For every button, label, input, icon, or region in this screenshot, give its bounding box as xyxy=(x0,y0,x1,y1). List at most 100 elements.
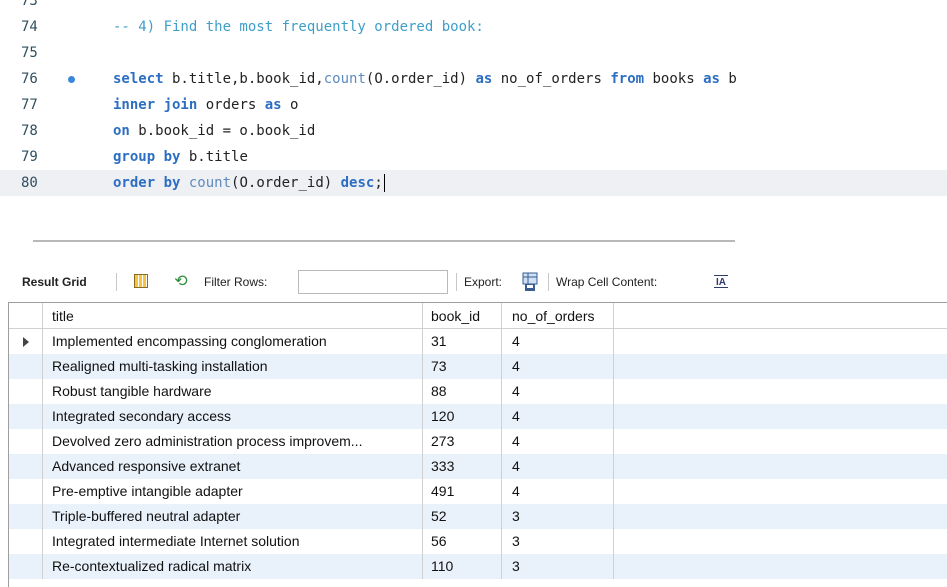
cell-book-id[interactable]: 88 xyxy=(423,379,502,404)
export-icon[interactable] xyxy=(522,272,538,292)
row-selector[interactable] xyxy=(9,479,43,504)
cell-title[interactable]: Re-contextualized radical matrix xyxy=(43,554,423,579)
cell-no-of-orders[interactable]: 3 xyxy=(502,554,614,579)
code-line[interactable]: 78 on b.book_id = o.book_id xyxy=(0,118,947,144)
toolbar-divider xyxy=(116,273,117,291)
code-token: b xyxy=(719,71,737,87)
cell-book-id[interactable]: 273 xyxy=(423,429,502,454)
row-selector[interactable] xyxy=(9,504,43,529)
table-row[interactable]: Advanced responsive extranet 333 4 xyxy=(9,454,947,479)
row-selector[interactable] xyxy=(9,404,43,429)
row-filler xyxy=(614,404,947,429)
row-selector[interactable] xyxy=(9,554,43,579)
code-line[interactable]: 76 select b.title,b.book_id,count(O.order… xyxy=(0,66,947,92)
table-row[interactable]: Robust tangible hardware 88 4 xyxy=(9,379,947,404)
table-row[interactable]: Integrated secondary access 120 4 xyxy=(9,404,947,429)
row-filler xyxy=(614,329,947,354)
result-grid[interactable]: title book_id no_of_orders Implemented enco… xyxy=(8,302,947,587)
code-token: (O.order_id) xyxy=(231,175,341,191)
cell-no-of-orders[interactable]: 4 xyxy=(502,379,614,404)
row-filler xyxy=(614,529,947,554)
code-line[interactable]: 73 xyxy=(0,0,947,14)
cell-title[interactable]: Pre-emptive intangible adapter xyxy=(43,479,423,504)
cell-no-of-orders[interactable]: 4 xyxy=(502,354,614,379)
table-row[interactable]: Triple-buffered neutral adapter 52 3 xyxy=(9,504,947,529)
row-selector[interactable] xyxy=(9,354,43,379)
cell-no-of-orders[interactable]: 4 xyxy=(502,454,614,479)
code-token: order by xyxy=(113,175,181,191)
cell-no-of-orders[interactable]: 4 xyxy=(502,429,614,454)
code-line[interactable]: 77 inner join orders as o xyxy=(0,92,947,118)
row-selector[interactable] xyxy=(9,429,43,454)
refresh-icon[interactable]: ⟲ xyxy=(171,272,191,292)
code-token: ; xyxy=(374,175,383,191)
cell-no-of-orders[interactable]: 4 xyxy=(502,479,614,504)
code-token: b.book_id = o.book_id xyxy=(129,123,316,139)
cell-title[interactable]: Triple-buffered neutral adapter xyxy=(43,504,423,529)
column-header-book-id[interactable]: book_id xyxy=(423,303,502,329)
cell-book-id[interactable]: 73 xyxy=(423,354,502,379)
export-label: Export: xyxy=(464,275,503,289)
column-header-no-of-orders[interactable]: no_of_orders xyxy=(502,303,614,329)
statement-marker-icon[interactable] xyxy=(68,76,75,83)
row-filler xyxy=(614,454,947,479)
cell-title[interactable]: Robust tangible hardware xyxy=(43,379,423,404)
code-token: select xyxy=(113,71,164,87)
cell-no-of-orders[interactable]: 4 xyxy=(502,329,614,354)
cell-title[interactable]: Integrated secondary access xyxy=(43,404,423,429)
cell-title[interactable]: Advanced responsive extranet xyxy=(43,454,423,479)
cell-no-of-orders[interactable]: 3 xyxy=(502,529,614,554)
code-token: as xyxy=(703,71,720,87)
sql-editor[interactable]: 73 74 -- 4) Find the most frequently order… xyxy=(0,0,947,228)
cell-book-id[interactable]: 52 xyxy=(423,504,502,529)
code-token: b.title,b.book_id, xyxy=(163,71,324,87)
code-text: inner join orders as o xyxy=(113,92,298,118)
filter-rows-input[interactable] xyxy=(298,270,448,294)
code-token: b.title xyxy=(180,149,248,165)
row-selector[interactable] xyxy=(9,529,43,554)
code-line[interactable]: 75 xyxy=(0,40,947,66)
cell-title[interactable]: Devolved zero administration process imp… xyxy=(43,429,423,454)
line-number: 74 xyxy=(21,19,38,35)
line-number: 79 xyxy=(21,149,38,165)
row-selector[interactable] xyxy=(9,454,43,479)
table-row[interactable]: Implemented encompassing conglomeration 3… xyxy=(9,329,947,354)
wrap-cell-icon[interactable]: IA xyxy=(714,275,728,288)
cell-book-id[interactable]: 333 xyxy=(423,454,502,479)
cell-book-id[interactable]: 110 xyxy=(423,554,502,579)
table-row[interactable]: Integrated intermediate Internet solutio… xyxy=(9,529,947,554)
column-header-title[interactable]: title xyxy=(43,303,423,329)
grid-view-icon[interactable] xyxy=(134,274,148,288)
row-filler xyxy=(614,379,947,404)
cell-book-id[interactable]: 491 xyxy=(423,479,502,504)
code-token: count xyxy=(188,175,232,191)
row-header-corner xyxy=(9,303,43,329)
cell-book-id[interactable]: 56 xyxy=(423,529,502,554)
row-selector[interactable] xyxy=(9,329,43,354)
code-line[interactable]: 74 -- 4) Find the most frequently ordered… xyxy=(0,14,947,40)
line-number: 80 xyxy=(21,175,38,191)
result-grid-tab[interactable]: Result Grid xyxy=(22,263,87,301)
cell-no-of-orders[interactable]: 3 xyxy=(502,504,614,529)
table-row[interactable]: Pre-emptive intangible adapter 491 4 xyxy=(9,479,947,504)
cell-book-id[interactable]: 31 xyxy=(423,329,502,354)
row-selector[interactable] xyxy=(9,379,43,404)
table-row[interactable]: Devolved zero administration process imp… xyxy=(9,429,947,454)
cell-title[interactable]: Integrated intermediate Internet solutio… xyxy=(43,529,423,554)
cell-no-of-orders[interactable]: 4 xyxy=(502,404,614,429)
code-token: orders xyxy=(197,97,265,113)
line-number: 76 xyxy=(21,71,38,87)
cell-title[interactable]: Implemented encompassing conglomeration xyxy=(43,329,423,354)
table-row[interactable]: Re-contextualized radical matrix 110 3 xyxy=(9,554,947,579)
code-token: count xyxy=(323,71,366,87)
code-text: select b.title,b.book_id,count(O.order_i… xyxy=(113,66,737,92)
table-row[interactable]: Realigned multi-tasking installation 73 4 xyxy=(9,354,947,379)
code-token: -- 4) Find the most frequently ordered b… xyxy=(113,19,484,35)
code-line[interactable]: 79 group by b.title xyxy=(0,144,947,170)
code-token: desc xyxy=(340,175,375,191)
code-line[interactable]: 80 order by count(O.order_id) desc; xyxy=(0,170,947,196)
cell-title[interactable]: Realigned multi-tasking installation xyxy=(43,354,423,379)
editor-horizontal-scrollbar[interactable] xyxy=(33,240,735,242)
cell-book-id[interactable]: 120 xyxy=(423,404,502,429)
